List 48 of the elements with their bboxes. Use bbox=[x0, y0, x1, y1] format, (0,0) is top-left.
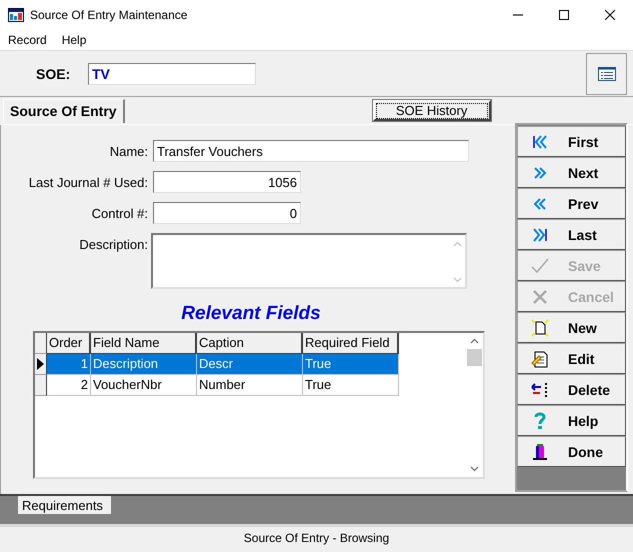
table-cell: Number bbox=[197, 375, 303, 396]
delete-icon bbox=[530, 382, 550, 398]
table-cell: VoucherNbr bbox=[91, 375, 197, 396]
table-cell: 2 bbox=[47, 375, 91, 396]
current-row-icon bbox=[37, 358, 44, 370]
menu-item[interactable]: Record bbox=[0, 33, 54, 47]
input-field[interactable]: Transfer Vouchers bbox=[153, 140, 469, 162]
list-button[interactable] bbox=[586, 52, 627, 94]
column-header[interactable]: Required Field bbox=[303, 333, 399, 354]
delete-button[interactable]: Delete bbox=[517, 374, 626, 405]
new-document-icon bbox=[530, 318, 550, 336]
soe-field[interactable]: TV bbox=[88, 62, 256, 84]
done-button[interactable]: Done bbox=[517, 436, 626, 467]
prev-button[interactable]: Prev bbox=[517, 188, 626, 219]
edit-button[interactable]: Edit bbox=[517, 343, 626, 374]
edit-document-icon bbox=[530, 350, 550, 368]
table-cell: True bbox=[303, 354, 399, 375]
help-button[interactable]: Help bbox=[517, 405, 626, 436]
last-button[interactable]: Last bbox=[517, 219, 626, 250]
checkmark-icon bbox=[530, 258, 550, 274]
soe-history-button[interactable]: SOE History bbox=[372, 100, 491, 121]
app-icon bbox=[8, 8, 24, 22]
scrollbar-thumb[interactable] bbox=[467, 349, 482, 366]
new-button[interactable]: New bbox=[517, 312, 626, 343]
field-label: Last Journal # Used: bbox=[28, 174, 148, 190]
list-icon bbox=[598, 66, 616, 80]
column-header[interactable]: Order bbox=[47, 333, 91, 354]
field-label: Control #: bbox=[90, 206, 148, 220]
input-field[interactable]: 0 bbox=[153, 202, 301, 224]
table-cell: Descr bbox=[197, 354, 303, 375]
tab[interactable]: Requirements bbox=[18, 496, 111, 514]
first-button[interactable]: First bbox=[517, 126, 626, 157]
table-cell: Description bbox=[91, 354, 197, 375]
status-text: Source Of Entry - Browsing bbox=[244, 531, 390, 545]
window-title: Source Of Entry Maintenance bbox=[30, 8, 188, 22]
input-field[interactable]: 1056 bbox=[153, 171, 301, 193]
table-cell: True bbox=[303, 375, 399, 396]
column-header[interactable]: Caption bbox=[197, 333, 303, 354]
section-title: Relevant Fields bbox=[180, 303, 322, 326]
field-label: Name: bbox=[108, 144, 148, 158]
field-label: Description: bbox=[78, 236, 148, 252]
menu-item[interactable]: Help bbox=[54, 33, 94, 47]
next-button[interactable]: Next bbox=[517, 157, 626, 188]
cross-icon bbox=[530, 288, 550, 304]
table-cell: 1 bbox=[47, 354, 91, 375]
soe-label: SOE: bbox=[36, 66, 72, 82]
column-header[interactable]: Field Name bbox=[91, 333, 197, 354]
tab[interactable]: Source Of Entry bbox=[3, 99, 125, 123]
